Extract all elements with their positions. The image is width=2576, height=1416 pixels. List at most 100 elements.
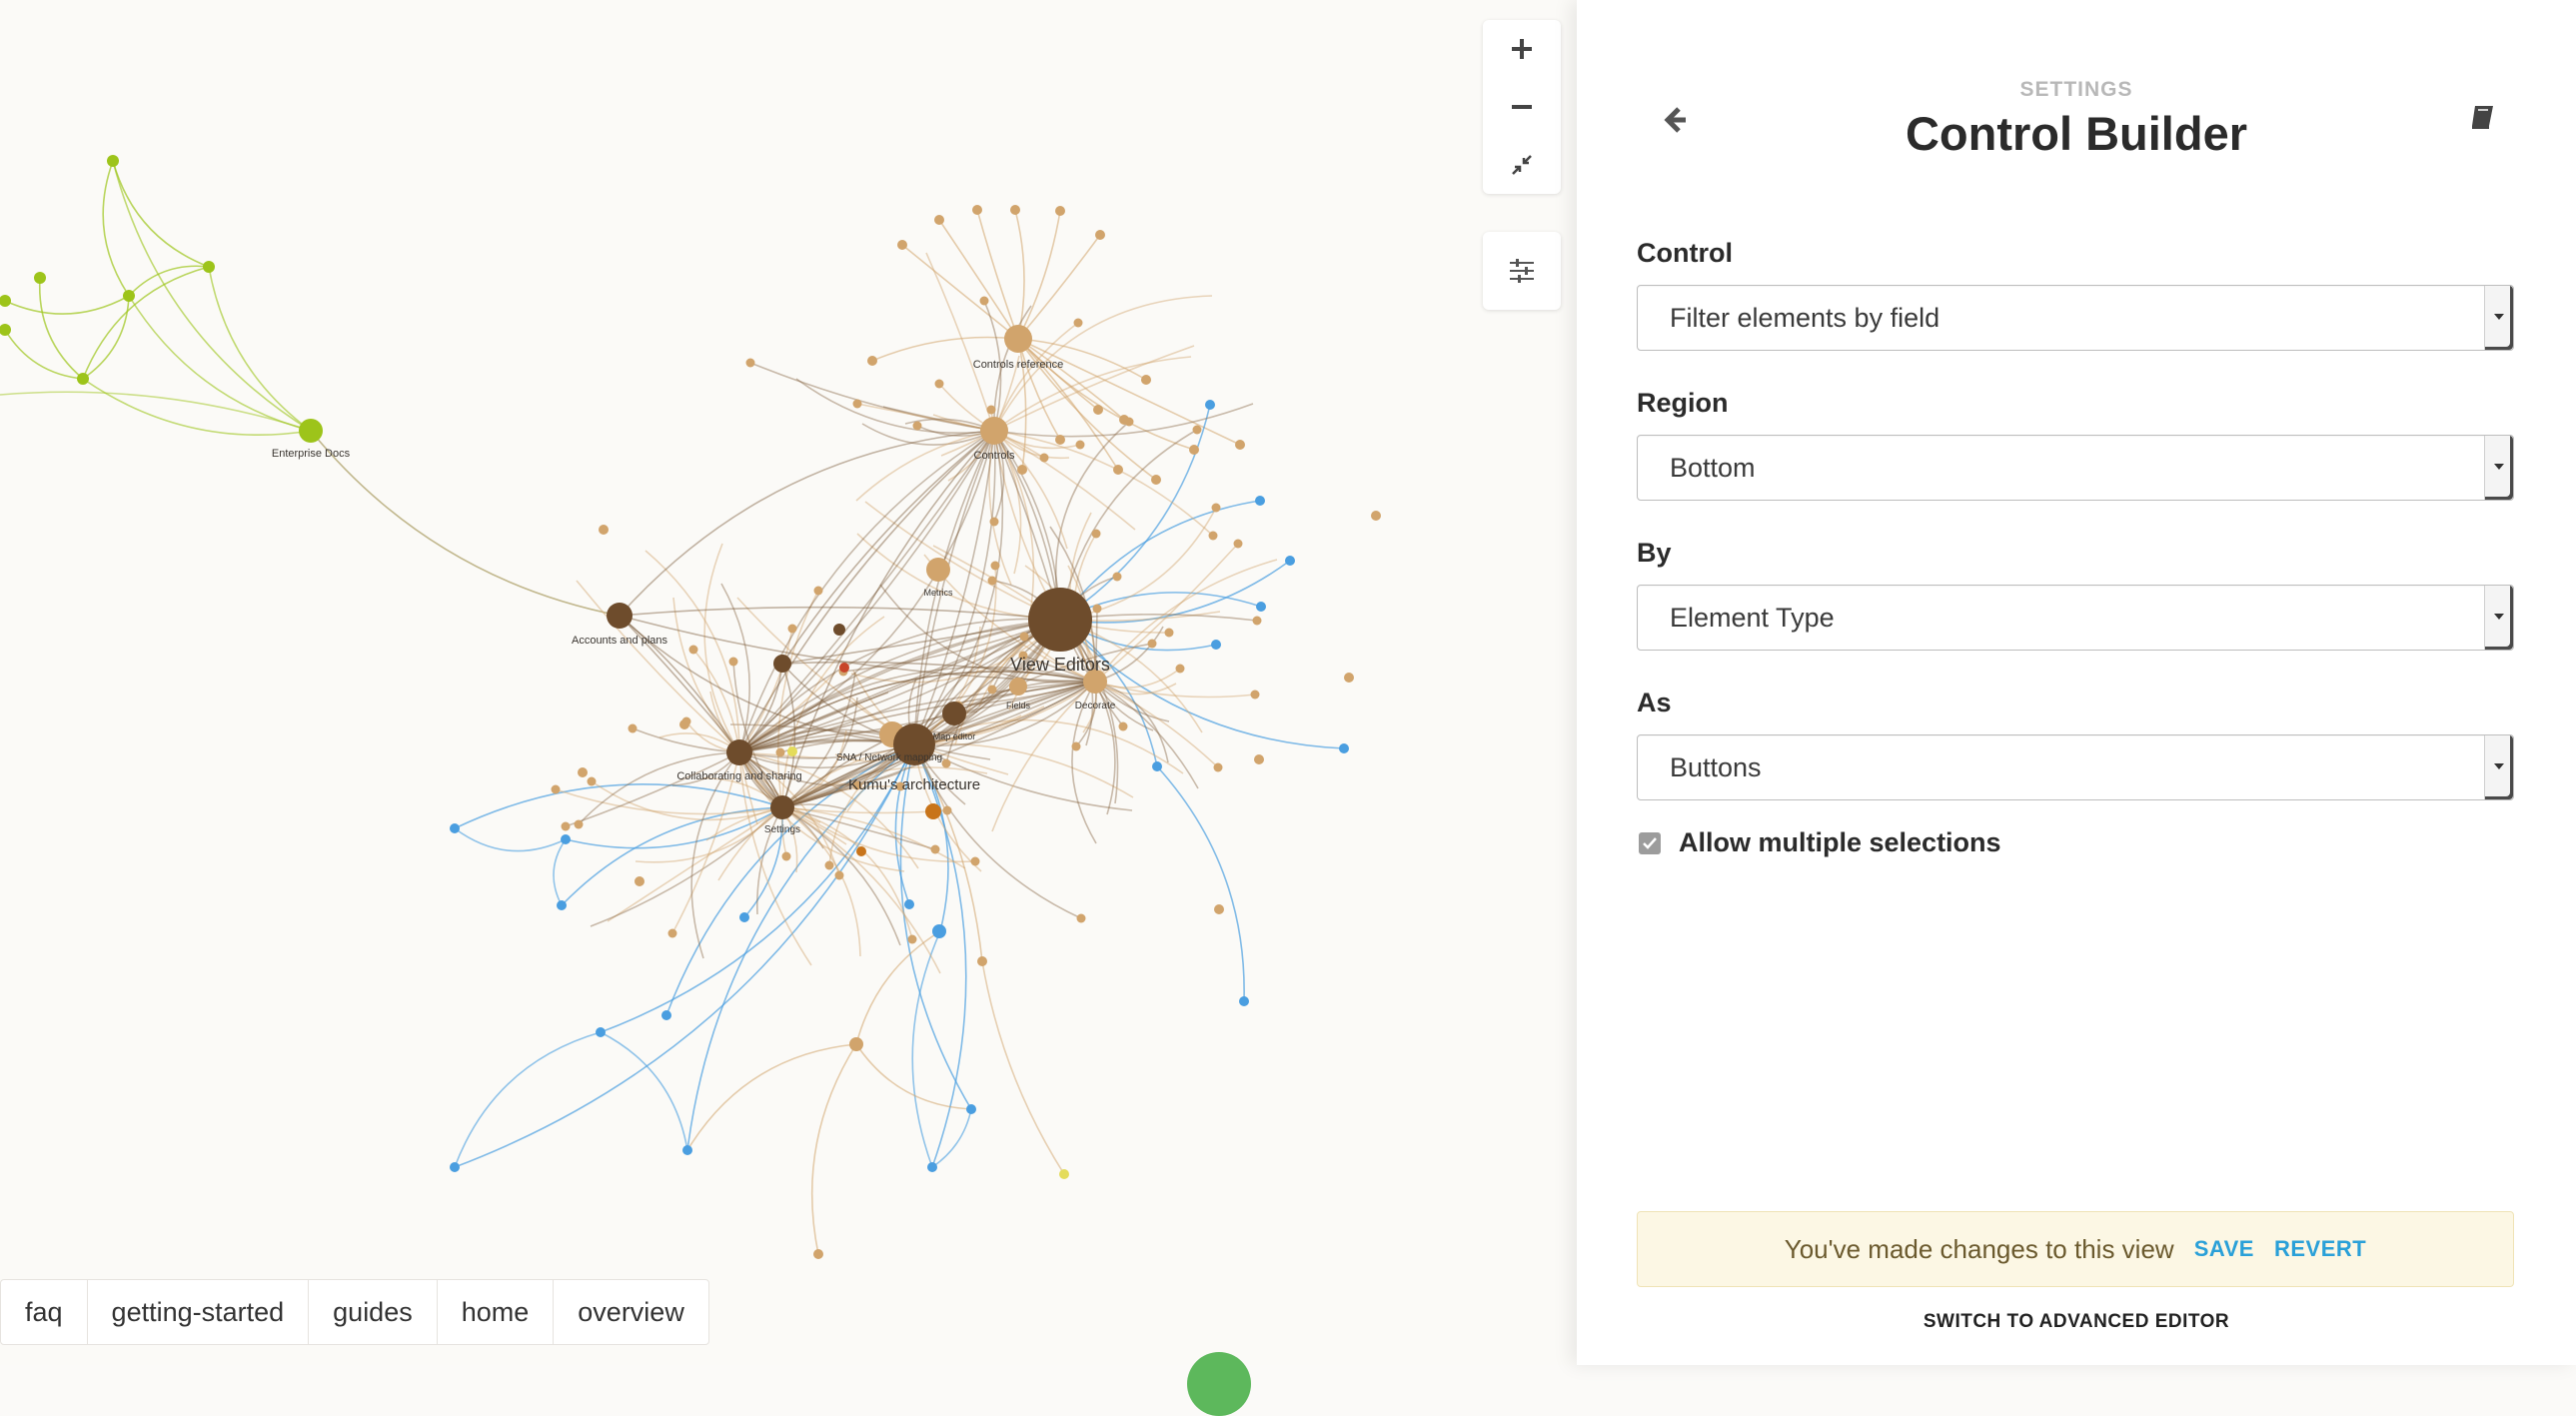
node[interactable] bbox=[1213, 762, 1223, 772]
region-select[interactable]: Bottom bbox=[1637, 435, 2514, 501]
network-graph[interactable]: Enterprise Docs Controls reference Control… bbox=[0, 0, 1577, 1365]
node[interactable] bbox=[1071, 741, 1081, 751]
node[interactable] bbox=[1017, 465, 1027, 475]
node-view-editors[interactable] bbox=[1028, 588, 1092, 652]
node[interactable] bbox=[1141, 375, 1151, 385]
node[interactable] bbox=[1019, 632, 1029, 642]
node[interactable] bbox=[123, 290, 135, 302]
switch-to-advanced-editor-link[interactable]: SWITCH TO ADVANCED EDITOR bbox=[1577, 1311, 2576, 1333]
node[interactable] bbox=[1339, 743, 1349, 753]
node[interactable] bbox=[813, 586, 823, 596]
node[interactable] bbox=[1076, 913, 1086, 923]
node-fields[interactable] bbox=[1009, 678, 1027, 696]
node[interactable] bbox=[1371, 511, 1381, 521]
node[interactable] bbox=[987, 685, 997, 695]
node[interactable] bbox=[990, 561, 1000, 571]
node[interactable] bbox=[987, 576, 997, 586]
as-select[interactable]: Buttons bbox=[1637, 734, 2514, 800]
node[interactable] bbox=[1055, 435, 1065, 445]
node[interactable] bbox=[927, 1162, 937, 1172]
node[interactable] bbox=[599, 525, 609, 535]
node[interactable] bbox=[561, 834, 571, 844]
node[interactable] bbox=[450, 1162, 460, 1172]
node[interactable] bbox=[849, 1037, 863, 1051]
node[interactable] bbox=[1055, 206, 1065, 216]
node[interactable] bbox=[941, 758, 951, 768]
node[interactable] bbox=[561, 821, 571, 831]
node[interactable] bbox=[833, 624, 845, 636]
node[interactable] bbox=[925, 803, 941, 819]
node[interactable] bbox=[1091, 529, 1101, 539]
node[interactable] bbox=[856, 846, 866, 856]
node[interactable] bbox=[904, 899, 914, 909]
control-select[interactable]: Filter elements by field bbox=[1637, 285, 2514, 351]
node[interactable] bbox=[574, 819, 584, 829]
node[interactable] bbox=[1250, 690, 1260, 700]
node[interactable] bbox=[34, 272, 46, 284]
node[interactable] bbox=[728, 657, 738, 667]
node[interactable] bbox=[1075, 440, 1085, 450]
node[interactable] bbox=[1233, 539, 1243, 549]
node[interactable] bbox=[745, 358, 755, 368]
revert-button[interactable]: REVERT bbox=[2274, 1236, 2366, 1262]
node[interactable] bbox=[682, 1145, 692, 1155]
node[interactable] bbox=[1124, 417, 1134, 427]
node[interactable] bbox=[934, 379, 944, 389]
node[interactable] bbox=[977, 956, 987, 966]
node[interactable] bbox=[1239, 996, 1249, 1006]
node[interactable] bbox=[1059, 1169, 1069, 1179]
node[interactable] bbox=[679, 719, 689, 729]
fit-to-screen-button[interactable] bbox=[1483, 136, 1561, 194]
node-collaborating-and-sharing[interactable] bbox=[726, 739, 752, 765]
node[interactable] bbox=[966, 1104, 976, 1114]
node[interactable] bbox=[1254, 754, 1264, 764]
node[interactable] bbox=[1192, 425, 1202, 435]
node[interactable] bbox=[1252, 616, 1262, 626]
node[interactable] bbox=[739, 912, 749, 922]
node-controls-reference[interactable] bbox=[1004, 325, 1032, 353]
node[interactable] bbox=[970, 856, 980, 866]
node[interactable] bbox=[557, 900, 567, 910]
node[interactable] bbox=[972, 205, 982, 215]
node[interactable] bbox=[942, 805, 952, 815]
node[interactable] bbox=[852, 399, 862, 409]
node[interactable] bbox=[1147, 639, 1157, 649]
node[interactable] bbox=[1010, 205, 1020, 215]
node[interactable] bbox=[1073, 318, 1083, 328]
node[interactable] bbox=[824, 860, 834, 870]
node[interactable] bbox=[0, 295, 11, 307]
zoom-in-button[interactable] bbox=[1483, 20, 1561, 78]
node[interactable] bbox=[1095, 230, 1105, 240]
map-settings-button[interactable] bbox=[1483, 232, 1561, 310]
node[interactable] bbox=[979, 296, 989, 306]
node[interactable] bbox=[1164, 628, 1174, 638]
node[interactable] bbox=[839, 663, 849, 673]
node[interactable] bbox=[787, 624, 797, 634]
tag-button-home[interactable]: home bbox=[438, 1280, 555, 1344]
node[interactable] bbox=[930, 844, 940, 854]
node[interactable] bbox=[1092, 604, 1102, 614]
node[interactable] bbox=[578, 767, 588, 777]
tag-button-faq[interactable]: faq bbox=[1, 1280, 88, 1344]
node-sharing[interactable] bbox=[773, 655, 791, 673]
node[interactable] bbox=[107, 155, 119, 167]
node[interactable] bbox=[596, 1027, 606, 1037]
node[interactable] bbox=[1175, 664, 1185, 674]
node[interactable] bbox=[1256, 602, 1266, 612]
node[interactable] bbox=[450, 823, 460, 833]
node[interactable] bbox=[1118, 721, 1128, 731]
node[interactable] bbox=[989, 517, 999, 527]
node[interactable] bbox=[688, 645, 698, 655]
node[interactable] bbox=[1113, 465, 1123, 475]
node[interactable] bbox=[628, 723, 638, 733]
node[interactable] bbox=[203, 261, 215, 273]
node[interactable] bbox=[813, 1249, 823, 1259]
node-settings[interactable] bbox=[770, 795, 794, 819]
node[interactable] bbox=[781, 851, 791, 861]
node[interactable] bbox=[986, 405, 996, 415]
node-metrics[interactable] bbox=[926, 558, 950, 582]
zoom-out-button[interactable] bbox=[1483, 78, 1561, 136]
node[interactable] bbox=[1235, 440, 1245, 450]
node[interactable] bbox=[0, 324, 11, 336]
node[interactable] bbox=[932, 924, 946, 938]
